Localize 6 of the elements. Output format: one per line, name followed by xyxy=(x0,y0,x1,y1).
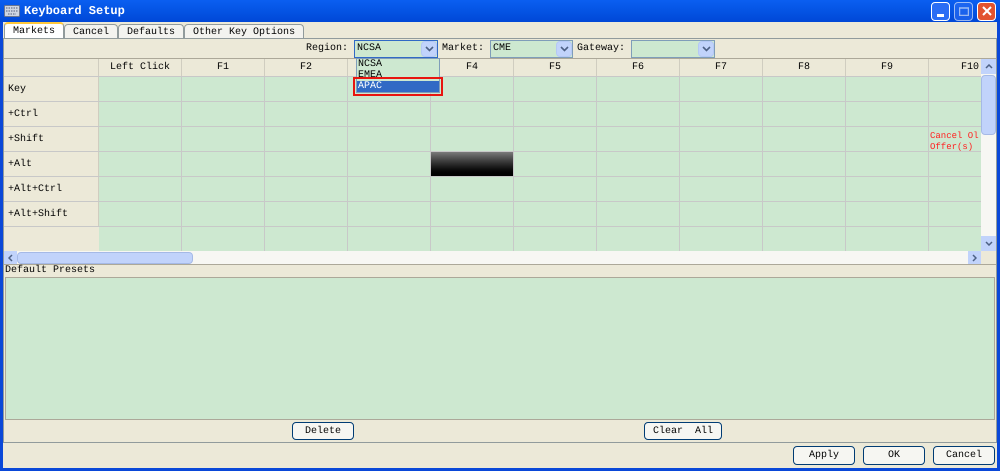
dropdown-value: NCSA xyxy=(357,42,382,56)
filter-label: Region: xyxy=(306,42,348,56)
dropdown-value: CME xyxy=(493,42,512,56)
window-title: Keyboard Setup xyxy=(24,3,126,20)
filter-label: Market: xyxy=(442,42,484,56)
filter-label: Gateway: xyxy=(577,42,626,56)
